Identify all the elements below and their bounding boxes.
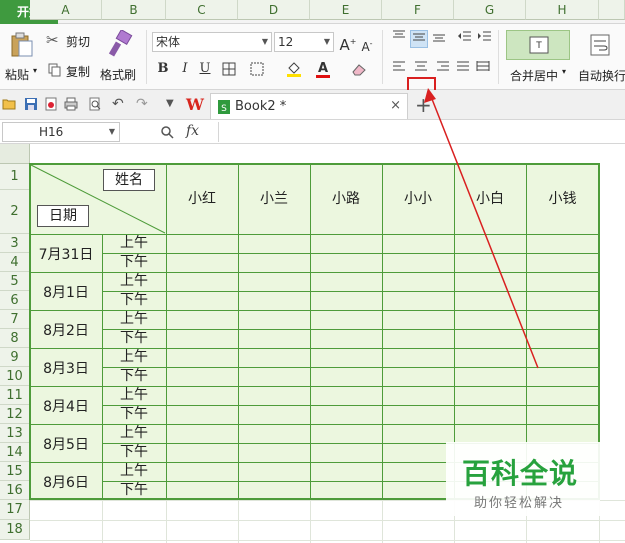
spreadsheet-app: 开始 插入 页面布局 公式 数据 审阅 视图 开发工具 云服务 粘贴 ▾ ✂ 剪… (0, 0, 625, 543)
watermark-title: 百科全说 (462, 457, 579, 490)
watermark-logo: 百科全说 助你轻松解决 (446, 442, 600, 516)
watermark-subtitle: 助你轻松解决 (474, 496, 565, 511)
